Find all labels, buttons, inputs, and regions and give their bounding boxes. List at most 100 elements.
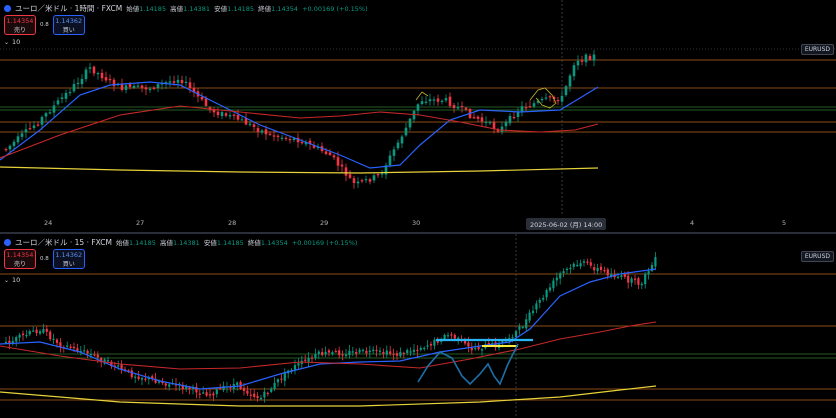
- candle-body: [559, 273, 562, 279]
- candle-body: [128, 84, 132, 88]
- candle-body: [416, 104, 420, 111]
- candle-body: [344, 167, 348, 176]
- candle-body: [596, 267, 599, 272]
- candle-body: [412, 349, 416, 352]
- candle-body: [444, 98, 448, 101]
- candle-body: [244, 118, 248, 125]
- ohlc-values: 始値1.14185 高値1.14381 安値1.14185 終値1.14354 …: [126, 5, 368, 13]
- candle-body: [548, 287, 552, 291]
- candle-body: [376, 174, 380, 176]
- candle-body: [555, 277, 558, 281]
- candle-body: [89, 353, 93, 356]
- candle-body: [25, 334, 28, 337]
- candle-body: [579, 263, 582, 267]
- candle-body: [524, 107, 528, 109]
- candle-body: [380, 173, 384, 175]
- candle-body: [593, 267, 596, 271]
- sell-button[interactable]: 1.14354 売り: [4, 249, 36, 269]
- candle-body: [429, 344, 433, 346]
- candle-body: [433, 339, 436, 346]
- candle-body: [104, 77, 108, 81]
- candle-body: [453, 334, 456, 339]
- candle-body: [215, 389, 218, 395]
- moving-average-line: [0, 321, 657, 370]
- candle-body: [361, 349, 365, 352]
- candle-body: [436, 98, 440, 102]
- candle-body: [276, 135, 280, 137]
- candle-body: [4, 341, 8, 344]
- buy-button[interactable]: 1.14362 買い: [52, 15, 85, 35]
- candle-body: [222, 385, 225, 391]
- candle-body: [528, 106, 532, 108]
- candle-body: [580, 60, 584, 62]
- candle-body: [456, 107, 460, 109]
- spread-value: 0.8: [40, 22, 49, 28]
- candle-body: [28, 331, 31, 335]
- volume-indicator-label[interactable]: ⌄ 10: [4, 276, 20, 284]
- chevron-down-icon[interactable]: ⌄: [4, 277, 9, 284]
- ohlc-values: 始値1.14185 高値1.14381 安値1.14185 終値1.14354 …: [115, 239, 358, 247]
- candle-body: [355, 351, 358, 354]
- price-chart-15m[interactable]: [0, 234, 836, 418]
- symbol-title[interactable]: ユーロ／米ドル · 1時間 · FXCM: [15, 3, 122, 14]
- chevron-down-icon[interactable]: ⌄: [4, 39, 9, 46]
- symbol-title[interactable]: ユーロ／米ドル · 15 · FXCM: [15, 237, 112, 248]
- candle-body: [552, 280, 555, 289]
- candle-body: [272, 135, 276, 137]
- candle-body: [56, 100, 60, 105]
- candle-body: [532, 103, 536, 107]
- candle-body: [176, 79, 180, 83]
- candle-body: [538, 299, 541, 303]
- candle-body: [564, 86, 568, 96]
- candle-body: [568, 75, 572, 87]
- candle-body: [205, 392, 208, 396]
- candle-body: [372, 175, 376, 181]
- spread-value: 0.8: [40, 256, 49, 262]
- candle-body: [59, 342, 62, 347]
- candle-body: [518, 326, 521, 330]
- price-chart-1h[interactable]: [0, 0, 836, 215]
- volume-indicator-label[interactable]: ⌄ 10: [4, 38, 20, 46]
- candle-body: [200, 96, 204, 100]
- candle-body: [88, 67, 92, 69]
- candle-body: [44, 113, 48, 117]
- candle-body: [623, 274, 626, 277]
- candle-body: [364, 179, 368, 181]
- candle-body: [396, 142, 400, 149]
- buy-button[interactable]: 1.14362 買い: [52, 249, 85, 269]
- candle-body: [446, 335, 450, 337]
- sell-button[interactable]: 1.14354 売り: [4, 15, 36, 35]
- x-tick: 5: [782, 219, 787, 227]
- candle-body: [266, 392, 269, 395]
- candle-body: [428, 99, 432, 102]
- candle-body: [184, 81, 188, 84]
- candle-body: [474, 348, 477, 350]
- candle-body: [96, 354, 99, 358]
- candle-body: [264, 129, 268, 135]
- candle-body: [72, 346, 76, 349]
- candle-body: [644, 273, 647, 285]
- candle-body: [341, 354, 344, 356]
- candle-body: [544, 97, 548, 99]
- candle-body: [72, 84, 76, 92]
- time-axis-1h[interactable]: 24 27 28 29 30 4 5 2025-06-02 (月) 14:00: [0, 215, 836, 232]
- candle-body: [188, 82, 192, 89]
- chart-pane-1h[interactable]: ユーロ／米ドル · 1時間 · FXCM 始値1.14185 高値1.14381…: [0, 0, 836, 232]
- candle-body: [310, 357, 314, 359]
- candle-body: [321, 351, 324, 356]
- candle-body: [317, 351, 320, 355]
- candle-body: [528, 312, 531, 321]
- candle-body: [32, 330, 35, 332]
- candle-body: [586, 261, 589, 263]
- candle-body: [492, 122, 496, 129]
- candle-body: [64, 92, 68, 99]
- candle-body: [36, 124, 40, 126]
- candle-body: [452, 105, 456, 109]
- candle-body: [400, 136, 404, 144]
- candle-body: [548, 96, 552, 98]
- chart-legend-15m: ユーロ／米ドル · 15 · FXCM 始値1.14185 高値1.14381 …: [4, 236, 357, 248]
- chart-pane-15m[interactable]: ユーロ／米ドル · 15 · FXCM 始値1.14185 高値1.14381 …: [0, 234, 836, 418]
- candle-body: [92, 66, 96, 74]
- candle-body: [582, 261, 586, 263]
- x-tick: 29: [320, 219, 329, 227]
